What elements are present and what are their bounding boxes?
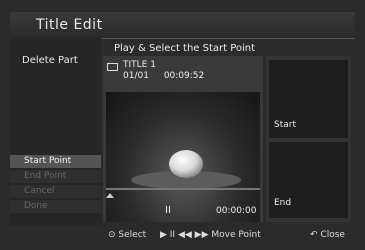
menu-item-done[interactable]: Done [10, 200, 101, 213]
instruction-text: Play & Select the Start Point [114, 43, 256, 54]
title-name: TITLE 1 [123, 60, 156, 70]
footer-hints: ⊙ Select ▶ II ◀◀ ▶▶ Move Point ↶ Close [10, 226, 355, 244]
return-icon: ↶ [310, 230, 318, 240]
left-panel: Delete Part Start Point End Point Cancel… [10, 38, 101, 226]
title-index: 01/01 [123, 71, 149, 81]
video-frame [106, 92, 260, 222]
edit-menu: Start Point End Point Cancel Done [10, 155, 101, 215]
title-info: TITLE 1 01/01 00:09:52 [123, 60, 204, 82]
start-label: Start [274, 120, 296, 130]
start-thumbnail: Start [269, 60, 348, 138]
menu-item-end-point[interactable]: End Point [10, 170, 101, 183]
title-icon [107, 63, 118, 71]
egg-image [131, 150, 241, 189]
thumbnail-panel: Start End [266, 56, 351, 222]
title-duration: 00:09:52 [163, 71, 205, 81]
progress-marker[interactable] [106, 193, 114, 198]
select-hint: ⊙ Select [108, 230, 147, 240]
end-thumbnail: End [269, 142, 348, 218]
screen-title: Title Edit [36, 17, 103, 33]
end-label: End [274, 198, 292, 208]
timecode: 00:00:00 [216, 206, 257, 216]
close-hint[interactable]: ↶ Close [310, 230, 345, 240]
play-pause-skip-icons: ▶ II ◀◀ ▶▶ [160, 230, 209, 240]
progress-track[interactable] [106, 188, 260, 190]
move-hint: ▶ II ◀◀ ▶▶ Move Point [160, 230, 261, 240]
video-preview: TITLE 1 01/01 00:09:52 II 00:00:00 [103, 56, 263, 222]
dvd-recorder-screen: Title Edit Delete Part Start Point End P… [0, 0, 365, 250]
enter-icon: ⊙ [108, 230, 116, 240]
mode-label: Delete Part [22, 55, 78, 66]
pause-icon: II [165, 205, 171, 216]
menu-item-start-point[interactable]: Start Point [10, 155, 101, 168]
title-bar: Title Edit [10, 12, 355, 39]
menu-item-cancel[interactable]: Cancel [10, 185, 101, 198]
